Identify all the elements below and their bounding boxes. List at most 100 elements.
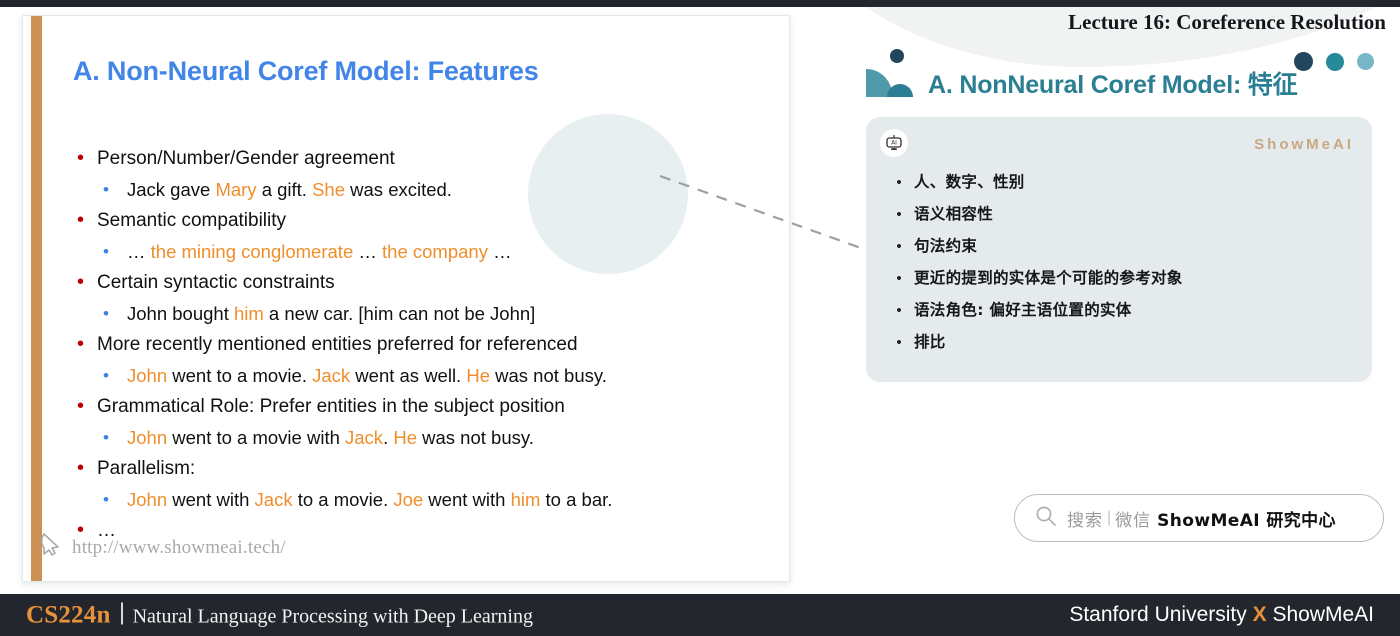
bullet-text-segment: to a movie. bbox=[292, 489, 394, 510]
slide-bullet-secondary: • John went with Jack to a movie. Joe wen… bbox=[73, 485, 773, 515]
bullet-text: John bought him a new car. [him can not … bbox=[127, 299, 535, 329]
summary-item-text: 语义相容性 bbox=[914, 205, 994, 223]
mention-highlight: Jack bbox=[254, 489, 293, 510]
callout-highlight-circle bbox=[528, 114, 688, 274]
mention-highlight: the company bbox=[382, 241, 488, 262]
summary-list-item: • 句法约束 bbox=[884, 235, 1358, 258]
bullet-dot-icon: • bbox=[77, 147, 85, 169]
footer-left-group: CS224n Natural Language Processing with … bbox=[26, 601, 533, 630]
summary-item-list: • 人、数字、性别 • 语义相容性 • 句法约束 • 更近的提到的实体是个可能的参考对象 • 语法… bbox=[884, 171, 1358, 363]
summary-item-text: 人、数字、性别 bbox=[914, 173, 1025, 191]
search-icon bbox=[1035, 505, 1057, 532]
bullet-text-segment: a gift. bbox=[256, 179, 313, 200]
mention-highlight: John bbox=[127, 365, 168, 386]
bullet-text: Parallelism: bbox=[97, 454, 195, 484]
bullet-text-segment: Person/Number/Gender agreement bbox=[97, 148, 395, 169]
slide-bullet-primary: • Parallelism: bbox=[73, 454, 773, 484]
top-strip bbox=[0, 0, 1400, 7]
slide-title: A. Non-Neural Coref Model: Features bbox=[73, 56, 539, 86]
cursor-icon bbox=[39, 532, 63, 563]
slide-bullet-secondary: • John went to a movie with Jack. He was … bbox=[73, 423, 773, 453]
bullet-text: Grammatical Role: Prefer entities in the… bbox=[97, 392, 565, 422]
mention-highlight: John bbox=[127, 489, 168, 510]
bullet-text-segment: Semantic compatibility bbox=[97, 210, 287, 231]
search-channel: 微信 bbox=[1115, 510, 1152, 531]
bullet-text-segment: went as well. bbox=[350, 365, 467, 386]
ai-robot-icon: AI bbox=[880, 129, 908, 157]
search-placeholder: 搜索 bbox=[1067, 510, 1103, 531]
bullet-text-segment: Grammatical Role: Prefer entities in the… bbox=[97, 396, 565, 417]
lecture-slide-card: A. Non-Neural Coref Model: Features • Per… bbox=[22, 15, 790, 582]
bullet-dot-icon: • bbox=[896, 302, 902, 319]
bullet-text: Certain syntactic constraints bbox=[97, 268, 335, 298]
summary-item-text: 句法约束 bbox=[914, 237, 978, 255]
footer-divider bbox=[120, 602, 123, 625]
bullet-dot-icon: • bbox=[77, 395, 85, 417]
bullet-dot-icon: • bbox=[896, 174, 902, 191]
bullet-text-segment: was not busy. bbox=[490, 365, 607, 386]
right-panel-heading: A. NonNeural Coref Model: 特征 bbox=[928, 71, 1298, 99]
bullet-dot-icon: • bbox=[77, 333, 85, 355]
bullet-dot-icon: • bbox=[896, 206, 902, 223]
bullet-text-segment: went to a movie. bbox=[167, 365, 313, 386]
bullet-text: Semantic compatibility bbox=[97, 206, 286, 236]
mention-highlight: Joe bbox=[393, 489, 424, 510]
bullet-dot-icon: • bbox=[77, 209, 85, 231]
bullet-text-segment: went to a movie with bbox=[167, 427, 346, 448]
footer-course-name: Natural Language Processing with Deep Le… bbox=[132, 605, 533, 628]
watermark-url: http://www.showmeai.tech/ bbox=[72, 536, 286, 558]
slide-watermark: http://www.showmeai.tech/ bbox=[39, 532, 286, 563]
showmeai-logo-icon bbox=[864, 47, 926, 99]
mention-highlight: Jack bbox=[312, 365, 351, 386]
bullet-text: Person/Number/Gender agreement bbox=[97, 144, 395, 174]
bullet-text: John went to a movie. Jack went as well.… bbox=[127, 361, 607, 391]
footer-right-group: Stanford University X ShowMeAI bbox=[1069, 603, 1374, 627]
bullet-text-segment: went with bbox=[167, 489, 255, 510]
bullet-dot-icon: • bbox=[103, 304, 109, 323]
slide-content: A. Non-Neural Coref Model: Features • Per… bbox=[73, 16, 775, 581]
dot-navy-icon bbox=[1294, 52, 1313, 71]
slide-bullet-primary: • Certain syntactic constraints bbox=[73, 268, 773, 298]
mention-highlight: Mary bbox=[215, 179, 257, 200]
summary-item-text: 语法角色: 偏好主语位置的实体 bbox=[914, 301, 1132, 319]
svg-text:AI: AI bbox=[891, 140, 897, 147]
bullet-dot-icon: • bbox=[77, 457, 85, 479]
mention-highlight: Jack bbox=[345, 427, 384, 448]
mention-highlight: the mining conglomerate bbox=[150, 241, 354, 262]
summary-list-item: • 人、数字、性别 bbox=[884, 171, 1358, 194]
summary-item-text: 排比 bbox=[914, 333, 946, 351]
bullet-dot-icon: • bbox=[103, 366, 109, 385]
search-bar[interactable]: 搜索 | 微信 ShowMeAI 研究中心 bbox=[1014, 494, 1384, 542]
slide-bullet-secondary: • John bought him a new car. [him can not… bbox=[73, 299, 773, 329]
dot-light-teal-icon bbox=[1357, 53, 1374, 70]
bullet-dot-icon: • bbox=[896, 238, 902, 255]
bullet-text: Jack gave Mary a gift. She was excited. bbox=[127, 175, 452, 205]
dot-teal-icon bbox=[1326, 52, 1344, 71]
bullet-text-segment: a new car. [him can not be John] bbox=[263, 303, 536, 324]
search-brand: ShowMeAI 研究中心 bbox=[1157, 510, 1336, 531]
mention-highlight: He bbox=[466, 365, 490, 386]
summary-list-item: • 更近的提到的实体是个可能的参考对象 bbox=[884, 267, 1358, 290]
card-brand-label: ShowMeAI bbox=[1254, 136, 1354, 153]
bullet-text-segment: was not busy. bbox=[417, 427, 534, 448]
slide-bullet-primary: • More recently mentioned entities prefer… bbox=[73, 330, 773, 360]
bullet-text-segment: Parallelism: bbox=[97, 458, 196, 479]
slide-page: A. Non-Neural Coref Model: Features • Per… bbox=[0, 0, 1400, 636]
bullet-text: … the mining conglomerate … the company … bbox=[127, 237, 512, 267]
right-panel: Lecture 16: Coreference Resolution A. No… bbox=[796, 7, 1400, 594]
bullet-text-segment: … bbox=[487, 241, 512, 262]
footer-bar: CS224n Natural Language Processing with … bbox=[0, 594, 1400, 636]
bullet-text-segment: . bbox=[383, 427, 394, 448]
slide-bullet-primary: • Grammatical Role: Prefer entities in th… bbox=[73, 392, 773, 422]
bullet-text-segment: Jack gave bbox=[127, 179, 216, 200]
mention-highlight: John bbox=[127, 427, 168, 448]
bullet-text: John went with Jack to a movie. Joe went… bbox=[127, 485, 612, 515]
bullet-text-segment: More recently mentioned entities preferr… bbox=[97, 334, 578, 355]
bullet-dot-icon: • bbox=[77, 271, 85, 293]
slide-accent-bar bbox=[31, 16, 42, 581]
bullet-text-segment: … bbox=[127, 241, 151, 262]
mention-highlight: him bbox=[510, 489, 541, 510]
footer-partner: ShowMeAI bbox=[1266, 603, 1374, 626]
mention-highlight: She bbox=[312, 179, 346, 200]
bullet-text-segment: went with bbox=[423, 489, 511, 510]
